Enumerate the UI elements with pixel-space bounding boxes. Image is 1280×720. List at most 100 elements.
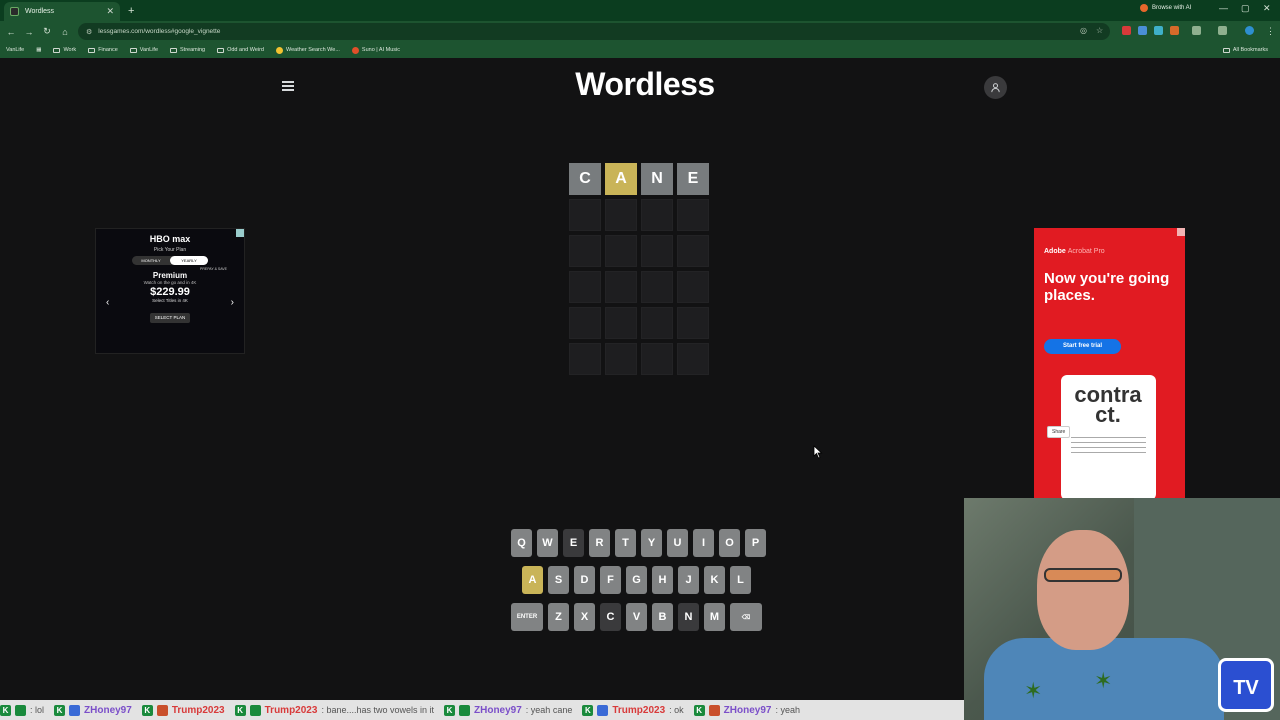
key-x[interactable]: X bbox=[574, 603, 595, 631]
browser-tab[interactable]: Wordless ✕ bbox=[4, 2, 120, 21]
eye-off-icon[interactable]: ◎ bbox=[1080, 26, 1087, 35]
bookmark-item[interactable]: VanLife bbox=[6, 47, 24, 53]
bookmark-folder[interactable]: Odd and Weird bbox=[217, 47, 264, 53]
letter-tile bbox=[677, 343, 709, 375]
letter-tile bbox=[569, 271, 601, 303]
chat-message: K ZHoney97: yeah bbox=[693, 704, 800, 716]
key-r[interactable]: R bbox=[589, 529, 610, 557]
key-u[interactable]: U bbox=[667, 529, 688, 557]
bookmarks-bar: VanLife ▦ Work Finance VanLife Streaming… bbox=[0, 42, 1280, 58]
apps-grid-icon[interactable]: ▦ bbox=[36, 47, 41, 53]
all-bookmarks-button[interactable]: All Bookmarks bbox=[1222, 47, 1268, 53]
plan-toggle[interactable]: MONTHLY YEARLY bbox=[132, 256, 208, 265]
bookmark-folder[interactable]: Streaming bbox=[170, 47, 205, 53]
key-q[interactable]: Q bbox=[511, 529, 532, 557]
key-w[interactable]: W bbox=[537, 529, 558, 557]
key-m[interactable]: M bbox=[704, 603, 725, 631]
key-l[interactable]: L bbox=[730, 566, 751, 594]
start-free-trial-button[interactable]: Start free trial bbox=[1044, 339, 1121, 354]
key-s[interactable]: S bbox=[548, 566, 569, 594]
chat-username: ZHoney97 bbox=[723, 704, 772, 716]
letter-tile bbox=[641, 343, 673, 375]
bookmark-label: Work bbox=[63, 47, 77, 53]
forward-icon[interactable]: → bbox=[20, 27, 38, 37]
ad-titles: Select Titles in 4K bbox=[152, 298, 188, 303]
key-g[interactable]: G bbox=[626, 566, 647, 594]
chat-username: Trump2023 bbox=[612, 704, 666, 716]
folder-icon bbox=[129, 47, 137, 53]
account-icon[interactable] bbox=[984, 76, 1007, 99]
key-k[interactable]: K bbox=[704, 566, 725, 594]
user-badge-icon bbox=[156, 704, 168, 716]
letter-tile: C bbox=[569, 163, 601, 195]
plan-option-selected[interactable]: YEARLY bbox=[170, 256, 208, 265]
back-icon[interactable]: ← bbox=[2, 27, 20, 37]
chevron-left-icon[interactable]: ‹ bbox=[106, 297, 109, 308]
minimize-icon[interactable]: — bbox=[1219, 3, 1228, 13]
key-d[interactable]: D bbox=[574, 566, 595, 594]
enter-key[interactable]: ENTER bbox=[511, 603, 543, 631]
adobe-acrobat-ad[interactable]: Adobe Acrobat Pro Now you're going place… bbox=[1034, 228, 1185, 500]
key-h[interactable]: H bbox=[652, 566, 673, 594]
side-panel-icon[interactable] bbox=[1218, 26, 1227, 35]
profile-avatar[interactable] bbox=[1245, 26, 1254, 35]
key-z[interactable]: Z bbox=[548, 603, 569, 631]
plan-option[interactable]: MONTHLY bbox=[132, 258, 170, 263]
chat-message: K ZHoney97: yeah cane bbox=[444, 704, 573, 716]
bookmark-folder[interactable]: VanLife bbox=[129, 47, 158, 53]
browse-with-ai-button[interactable]: Browse with AI bbox=[1140, 4, 1191, 12]
key-i[interactable]: I bbox=[693, 529, 714, 557]
bookmark-label: Odd and Weird bbox=[227, 47, 264, 53]
folder-icon bbox=[1222, 47, 1230, 53]
kick-badge-icon: K bbox=[141, 704, 153, 716]
letter-tile bbox=[677, 307, 709, 339]
hamburger-menu-icon[interactable] bbox=[282, 81, 294, 91]
select-plan-button[interactable]: SELECT PLAN bbox=[150, 313, 190, 323]
key-j[interactable]: J bbox=[678, 566, 699, 594]
address-bar[interactable]: ⚙ lessgames.com/wordless#google_vignette… bbox=[78, 23, 1110, 40]
key-o[interactable]: O bbox=[719, 529, 740, 557]
bookmark-star-icon[interactable]: ☆ bbox=[1096, 26, 1103, 35]
suno-icon bbox=[351, 46, 359, 54]
extension-icon[interactable] bbox=[1122, 26, 1131, 35]
key-e[interactable]: E bbox=[563, 529, 584, 557]
key-p[interactable]: P bbox=[745, 529, 766, 557]
chat-text: : yeah cane bbox=[525, 705, 573, 715]
reload-icon[interactable]: ↻ bbox=[38, 26, 56, 37]
key-v[interactable]: V bbox=[626, 603, 647, 631]
close-tab-icon[interactable]: ✕ bbox=[106, 6, 114, 17]
close-window-icon[interactable]: ✕ bbox=[1263, 3, 1271, 14]
chat-message: K ZHoney97 bbox=[54, 704, 132, 716]
key-n[interactable]: N bbox=[678, 603, 699, 631]
new-tab-icon[interactable]: + bbox=[128, 5, 134, 17]
share-button[interactable]: Share bbox=[1047, 426, 1071, 438]
bookmark-item[interactable]: Suno | AI Music bbox=[351, 46, 400, 54]
browser-menu-icon[interactable]: ⋮ bbox=[1266, 26, 1275, 37]
site-info-icon[interactable]: ⚙ bbox=[86, 28, 92, 36]
key-c[interactable]: C bbox=[600, 603, 621, 631]
bookmark-item[interactable]: Weather Search We... bbox=[276, 46, 340, 54]
chevron-right-icon[interactable]: › bbox=[231, 297, 234, 308]
backspace-key[interactable]: ⌫ bbox=[730, 603, 762, 631]
share-label: Share bbox=[1052, 429, 1066, 435]
maximize-icon[interactable]: ▢ bbox=[1241, 3, 1250, 14]
key-y[interactable]: Y bbox=[641, 529, 662, 557]
plan-option[interactable]: PREPAY & SAVE bbox=[200, 267, 227, 271]
extensions-puzzle-icon[interactable] bbox=[1192, 26, 1201, 35]
ad-choices-icon[interactable] bbox=[1177, 228, 1185, 236]
chat-username: ZHoney97 bbox=[84, 704, 132, 716]
home-icon[interactable]: ⌂ bbox=[56, 27, 74, 37]
extension-icon[interactable] bbox=[1170, 26, 1179, 35]
letter-tile bbox=[677, 271, 709, 303]
key-b[interactable]: B bbox=[652, 603, 673, 631]
ad-choices-icon[interactable] bbox=[236, 229, 244, 237]
bookmark-folder[interactable]: Finance bbox=[88, 47, 118, 53]
bookmark-folder[interactable]: Work bbox=[53, 47, 76, 53]
key-t[interactable]: T bbox=[615, 529, 636, 557]
extension-icon[interactable] bbox=[1138, 26, 1147, 35]
extension-icon[interactable] bbox=[1154, 26, 1163, 35]
hbo-max-ad[interactable]: HBO max Pick Your Plan MONTHLY YEARLY PR… bbox=[95, 228, 245, 354]
board-row bbox=[569, 235, 711, 267]
key-f[interactable]: F bbox=[600, 566, 621, 594]
key-a[interactable]: A bbox=[522, 566, 543, 594]
